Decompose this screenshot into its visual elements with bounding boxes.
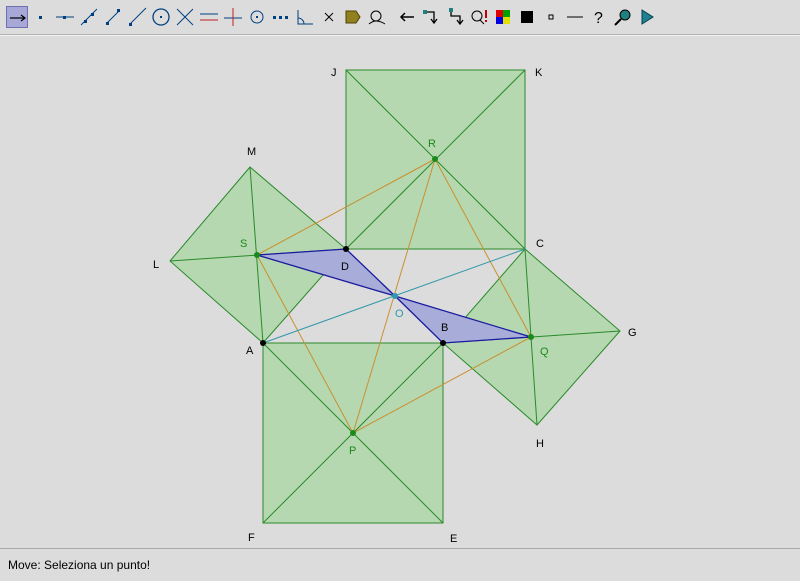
angle-icon[interactable] [294, 6, 316, 28]
locus-icon[interactable] [366, 6, 388, 28]
svg-text:?: ? [594, 10, 603, 27]
label-s: S [240, 238, 247, 250]
point-b[interactable] [440, 340, 446, 346]
label-r: R [428, 138, 436, 150]
magnifier-alert-icon[interactable] [468, 6, 490, 28]
point-o[interactable] [392, 293, 398, 299]
label-q: Q [540, 346, 549, 358]
status-message: Move: Seleziona un punto! [8, 558, 151, 572]
play-icon[interactable] [636, 6, 658, 28]
new-point-icon[interactable] [30, 6, 52, 28]
point-p[interactable] [350, 430, 356, 436]
delete-icon[interactable] [318, 6, 340, 28]
point-r[interactable] [432, 156, 438, 162]
label-l: L [153, 259, 159, 271]
toolbar: ? [0, 0, 800, 35]
line-through-two-points-icon[interactable] [78, 6, 100, 28]
undo-arrow-icon[interactable] [396, 6, 418, 28]
dotted-line-icon[interactable] [270, 6, 292, 28]
label-k: K [535, 67, 543, 79]
move-arrow-icon[interactable] [6, 6, 28, 28]
label-m: M [247, 146, 256, 158]
status-bar: Move: Seleziona un punto! [0, 548, 800, 581]
point-s[interactable] [254, 252, 260, 258]
midpoint-icon[interactable] [246, 6, 268, 28]
drawing-canvas[interactable]: J K M R S D C L O B G A Q P H F E [0, 35, 800, 548]
color-palette-icon[interactable] [492, 6, 514, 28]
label-d: D [341, 261, 349, 273]
perpendicular-line-icon[interactable] [222, 6, 244, 28]
label-b: B [441, 322, 448, 334]
circle-icon[interactable] [150, 6, 172, 28]
label-c: C [536, 238, 544, 250]
point-a[interactable] [260, 340, 266, 346]
intersect-icon[interactable] [174, 6, 196, 28]
label-j: J [331, 67, 337, 79]
label-p: P [349, 445, 356, 457]
help-question-icon[interactable]: ? [588, 6, 610, 28]
point-d[interactable] [343, 246, 349, 252]
label-h: H [536, 438, 544, 450]
macro-run-icon[interactable] [444, 6, 466, 28]
polygon-fill-icon[interactable] [342, 6, 364, 28]
point-on-line-icon[interactable] [54, 6, 76, 28]
segment-icon[interactable] [102, 6, 124, 28]
small-square-icon[interactable] [540, 6, 562, 28]
macro-icon[interactable] [420, 6, 442, 28]
label-a: A [246, 345, 254, 357]
point-q[interactable] [528, 334, 534, 340]
label-o: O [395, 308, 404, 320]
ray-icon[interactable] [126, 6, 148, 28]
zoom-icon[interactable] [612, 6, 634, 28]
parallel-line-icon[interactable] [198, 6, 220, 28]
thin-line-icon[interactable] [564, 6, 586, 28]
label-f: F [248, 532, 255, 544]
label-e: E [450, 533, 457, 545]
label-g: G [628, 327, 637, 339]
black-square-icon[interactable] [516, 6, 538, 28]
